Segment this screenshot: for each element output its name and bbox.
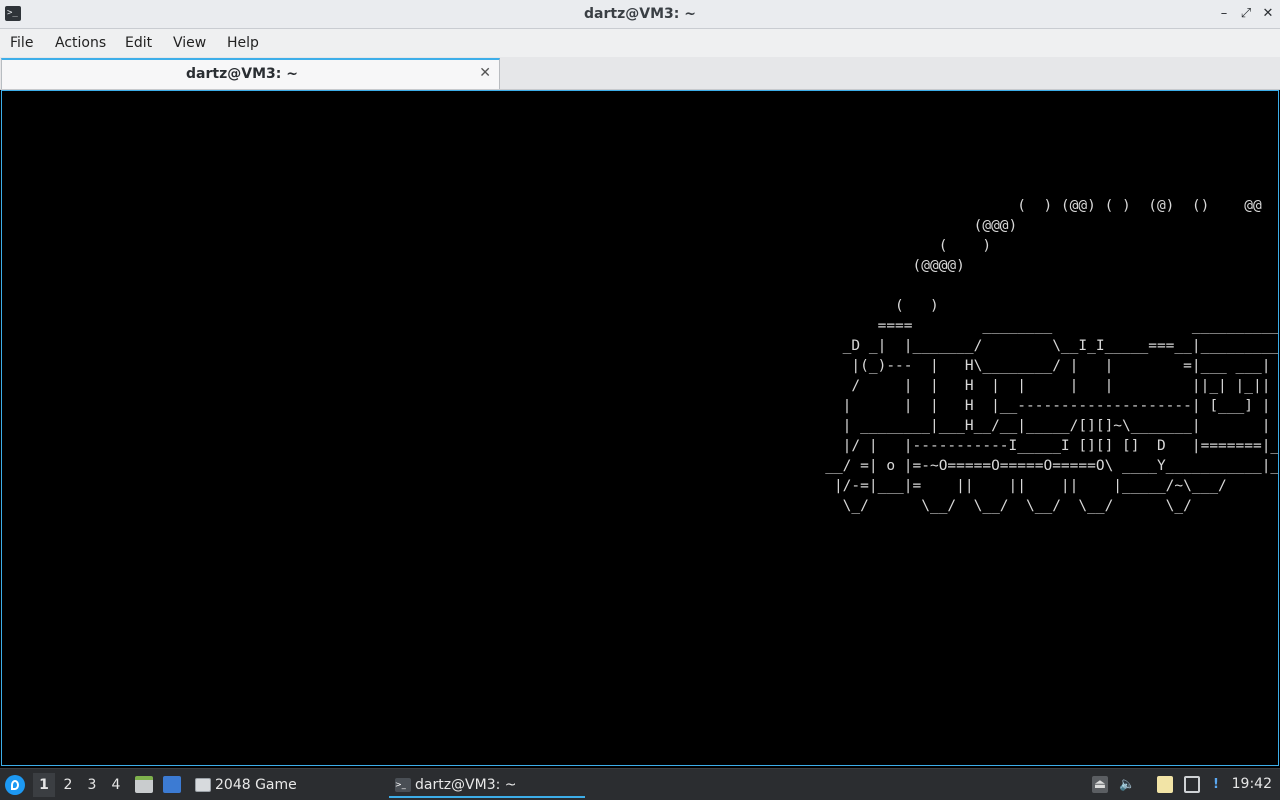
application-menu-icon[interactable]	[5, 775, 25, 795]
task-label: 2048 Game	[215, 777, 297, 793]
minimize-icon[interactable]: –	[1214, 4, 1234, 24]
update-notifier-icon[interactable]: !	[1208, 776, 1224, 793]
workspace-3[interactable]: 3	[81, 773, 103, 797]
window-title: dartz@VM3: ~	[584, 6, 696, 22]
taskbar: 1 2 3 4 2048 Game >_ dartz@VM3: ~ ⏏ 🔈 ! 1…	[0, 768, 1280, 800]
close-icon[interactable]: ✕	[1258, 4, 1278, 24]
steam-locomotive-ascii-art: ( ) (@@) ( ) (@) () @@ (@@@) ( ) (@@@@) …	[825, 198, 1279, 514]
task-terminal[interactable]: >_ dartz@VM3: ~	[389, 772, 585, 798]
tab-close-icon[interactable]: ✕	[479, 65, 491, 81]
tab-bar: dartz@VM3: ~ ✕	[0, 57, 1280, 90]
window-titlebar[interactable]: >_ dartz@VM3: ~ – ⤢ ✕	[0, 0, 1280, 29]
clock[interactable]: 19:42	[1232, 776, 1272, 792]
workspace-1[interactable]: 1	[33, 773, 55, 797]
terminal-icon: >_	[395, 778, 411, 792]
show-desktop-icon[interactable]	[163, 776, 181, 793]
menu-bar: File Actions Edit View Help	[0, 29, 1280, 57]
workspace-2[interactable]: 2	[57, 773, 79, 797]
task-label: dartz@VM3: ~	[415, 777, 517, 793]
workspace-4[interactable]: 4	[105, 773, 127, 797]
volume-icon[interactable]: 🔈	[1119, 776, 1135, 793]
menu-view[interactable]: View	[173, 33, 206, 53]
clipboard-icon[interactable]	[1157, 776, 1173, 793]
terminal-view[interactable]: ( ) (@@) ( ) (@) () @@ (@@@) ( ) (@@@@) …	[1, 90, 1279, 766]
menu-file[interactable]: File	[10, 33, 33, 53]
menu-actions[interactable]: Actions	[55, 33, 106, 53]
maximize-icon[interactable]: ⤢	[1236, 4, 1256, 24]
tab-terminal[interactable]: dartz@VM3: ~ ✕	[1, 58, 500, 89]
window-icon	[195, 778, 211, 792]
tab-label: dartz@VM3: ~	[186, 66, 298, 82]
task-2048-game[interactable]: 2048 Game	[195, 772, 297, 798]
file-manager-icon[interactable]	[135, 776, 153, 793]
menu-help[interactable]: Help	[227, 33, 259, 53]
menu-edit[interactable]: Edit	[125, 33, 152, 53]
network-icon[interactable]	[1184, 776, 1200, 793]
eject-icon[interactable]: ⏏	[1092, 776, 1108, 793]
